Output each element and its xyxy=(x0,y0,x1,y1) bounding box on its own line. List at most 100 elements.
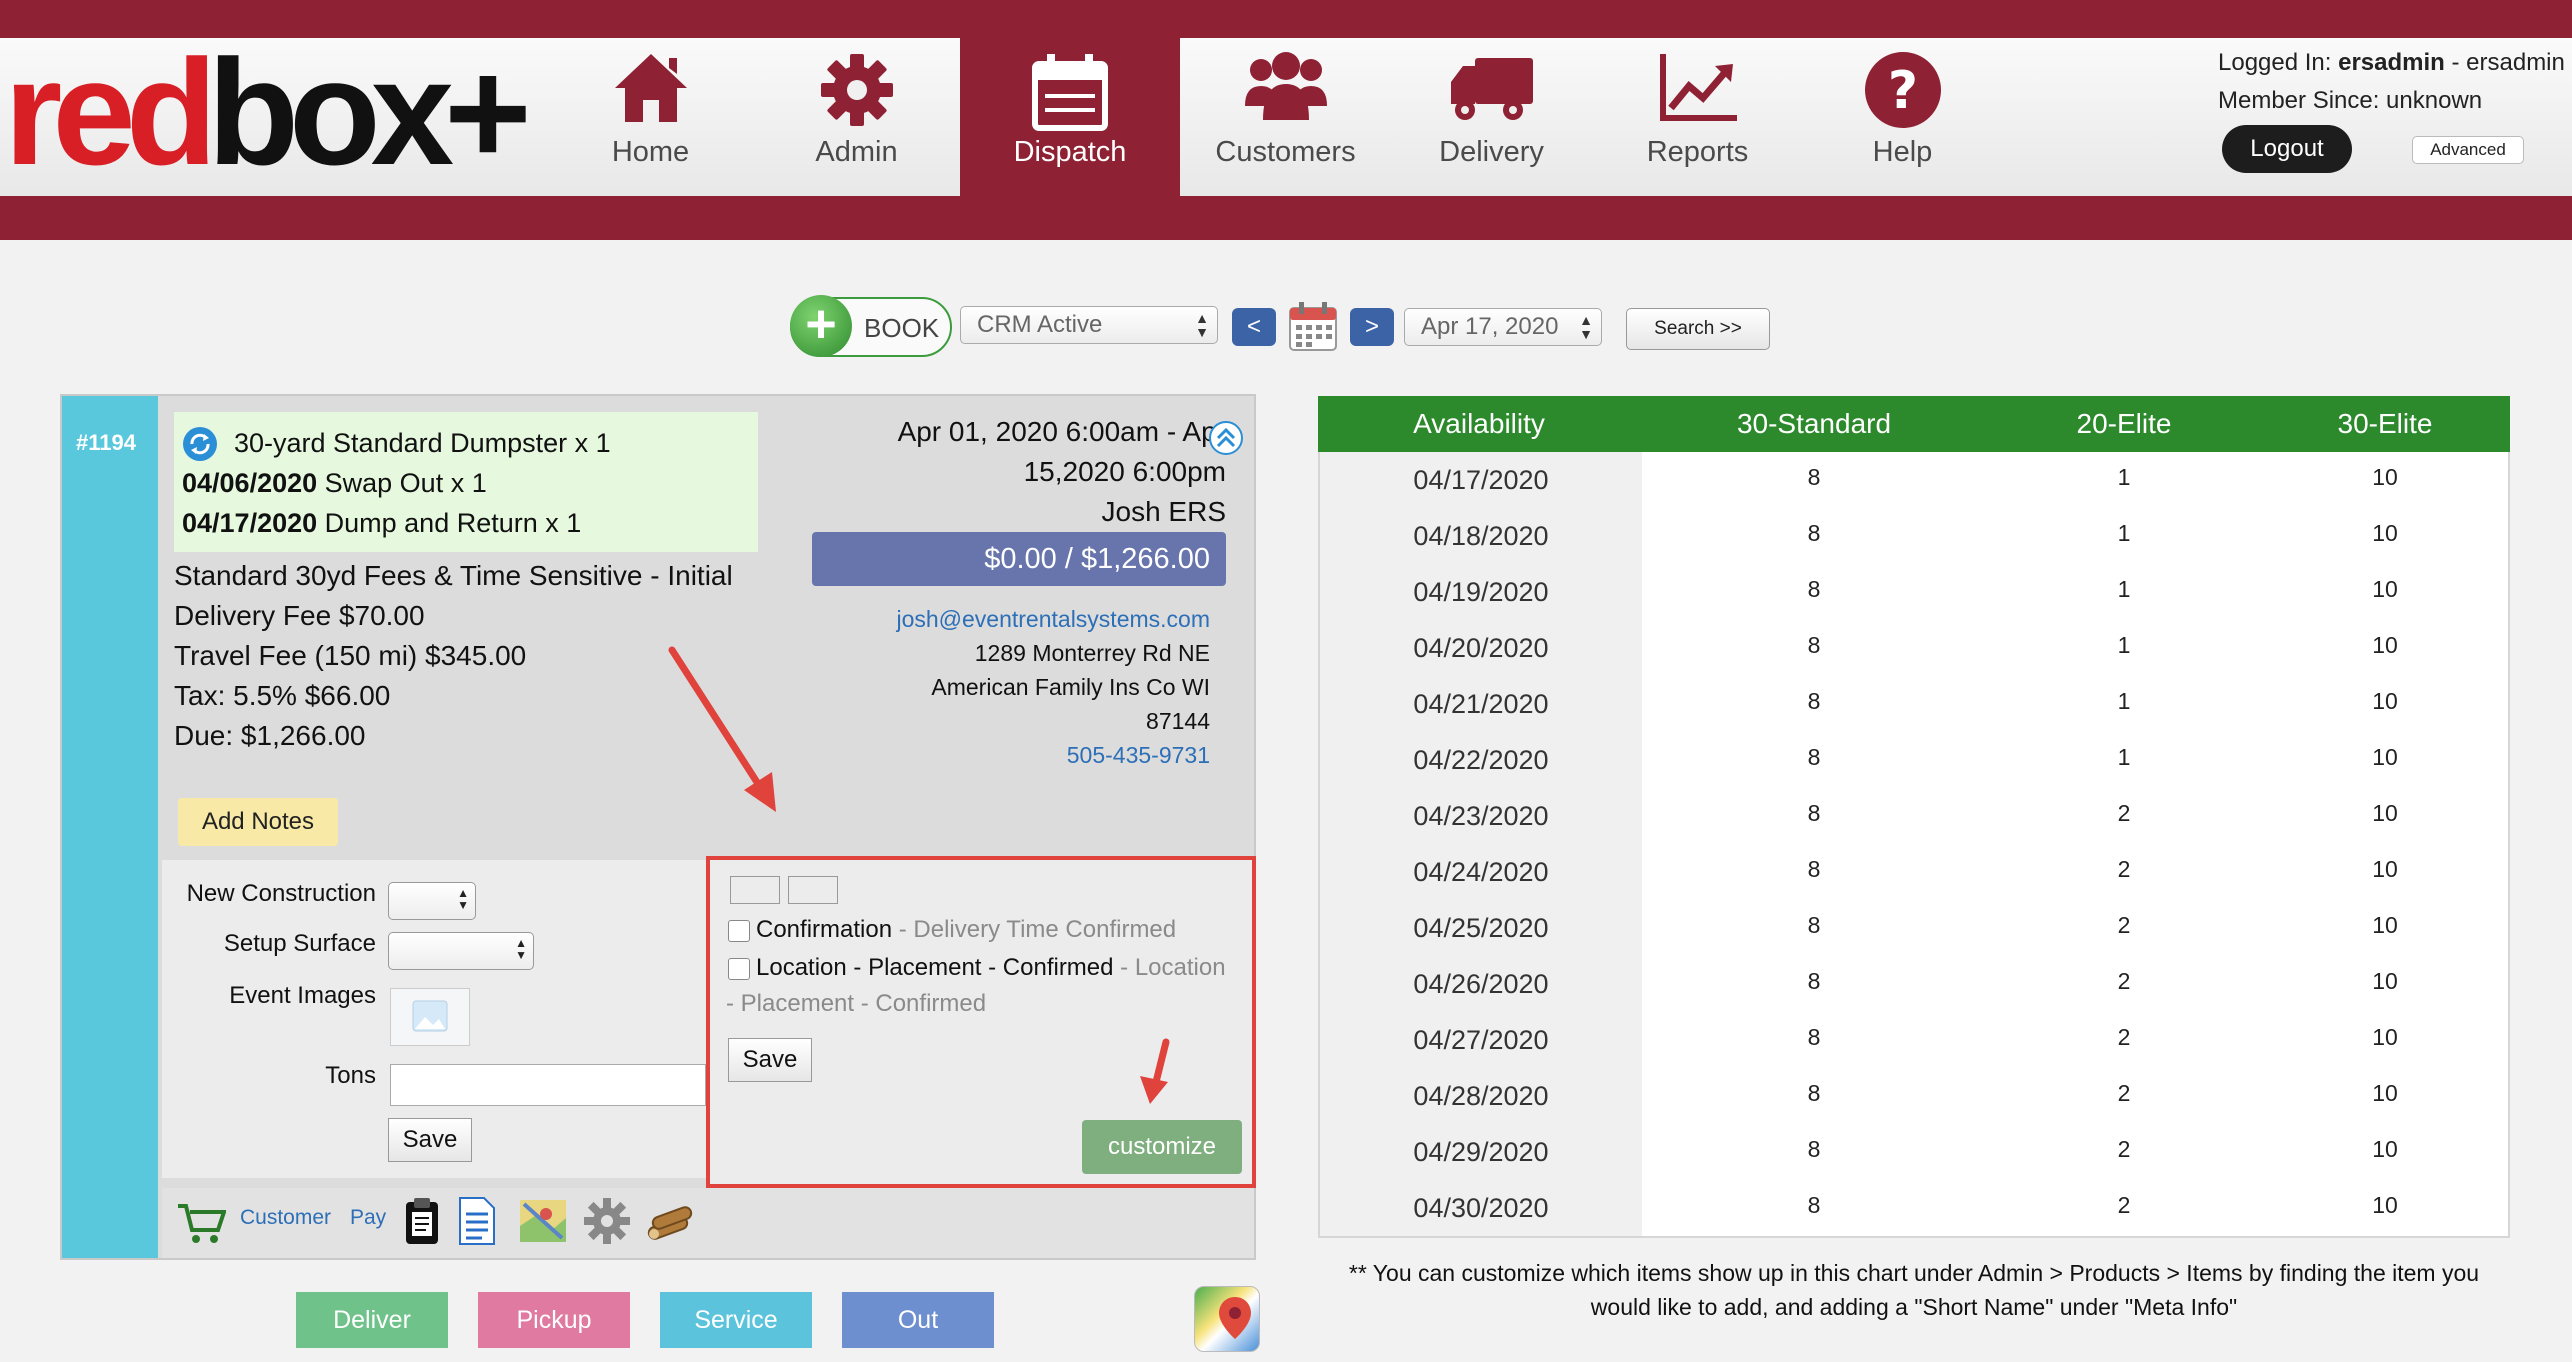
plus-icon: + xyxy=(790,295,852,357)
customer-link[interactable]: Customer xyxy=(240,1206,331,1230)
fields-save-button[interactable]: Save xyxy=(388,1118,472,1162)
count-cell: 1 xyxy=(2117,520,2131,546)
fee-line: Delivery Fee $70.00 xyxy=(174,600,425,631)
count-cell: 8 xyxy=(1807,1136,1821,1162)
search-button[interactable]: Search >> xyxy=(1626,308,1770,350)
google-maps-icon[interactable] xyxy=(1194,1286,1260,1352)
collapse-up-icon[interactable] xyxy=(1208,420,1244,456)
order-id[interactable]: #1194 xyxy=(76,430,136,456)
nav-help[interactable]: ? Help xyxy=(1800,38,2005,196)
custom-save-button[interactable]: Save xyxy=(728,1038,812,1082)
nav-admin[interactable]: Admin xyxy=(754,38,959,196)
service-button[interactable]: Service xyxy=(660,1292,812,1348)
location-checkbox[interactable] xyxy=(728,958,750,980)
date-cell: 04/23/2020 xyxy=(1320,788,1642,844)
order-item-main: 30-yard Standard Dumpster x 1 xyxy=(234,428,611,458)
customer-name: Josh ERS xyxy=(1101,496,1227,527)
date-select-value: Apr 17, 2020 xyxy=(1421,313,1559,340)
wood-logs-icon[interactable] xyxy=(644,1200,696,1244)
color-swatch[interactable] xyxy=(788,876,838,904)
count-cell: 8 xyxy=(1807,744,1821,770)
nav-reports[interactable]: Reports xyxy=(1595,38,1800,196)
event-image-upload[interactable] xyxy=(390,988,470,1046)
prev-date-button[interactable]: < xyxy=(1232,308,1276,346)
count-cell: 8 xyxy=(1807,800,1821,826)
nav-dispatch[interactable]: Dispatch xyxy=(960,22,1180,232)
setup-surface-select[interactable]: ▲ ▼ xyxy=(388,932,534,970)
help-icon: ? xyxy=(1864,52,1941,128)
truck-icon xyxy=(1450,58,1533,120)
image-placeholder-icon xyxy=(412,1000,448,1032)
date-select[interactable]: Apr 17, 2020 ▲ ▼ xyxy=(1404,308,1602,346)
customer-email-link[interactable]: josh@eventrentalsystems.com xyxy=(790,602,1210,636)
select-arrows-icon: ▲ ▼ xyxy=(457,886,469,912)
advanced-button[interactable]: Advanced xyxy=(2412,136,2524,164)
nav-delivery[interactable]: Delivery xyxy=(1389,38,1594,196)
table-row: 04/28/2020 8 2 10 xyxy=(1320,1068,2508,1124)
count-cell: 10 xyxy=(2372,1080,2398,1106)
count-cell: 10 xyxy=(2372,968,2398,994)
cart-icon[interactable] xyxy=(176,1200,226,1246)
availability-header: Availability 30-Standard 20-Elite 30-Eli… xyxy=(1318,396,2510,452)
pickup-button[interactable]: Pickup xyxy=(478,1292,630,1348)
pay-link[interactable]: Pay xyxy=(350,1206,386,1230)
date-cell: 04/19/2020 xyxy=(1320,564,1642,620)
order-schedule: Apr 01, 2020 6:00am - Apr 15,2020 6:00pm… xyxy=(790,412,1226,532)
tons-input[interactable] xyxy=(390,1064,706,1106)
map-icon[interactable] xyxy=(518,1196,568,1246)
next-date-button[interactable]: > xyxy=(1350,308,1394,346)
date-select-arrows-icon: ▲ ▼ xyxy=(1579,312,1593,342)
add-notes-button[interactable]: Add Notes xyxy=(178,798,338,846)
table-row: 04/17/2020 8 1 10 xyxy=(1320,452,2508,508)
user-info: Logged In: ersadmin - ersadmin Member Si… xyxy=(2218,44,2565,120)
event-1-date: 04/06/2020 xyxy=(182,468,318,498)
document-icon[interactable] xyxy=(456,1196,498,1246)
count-cell: 2 xyxy=(2117,1080,2131,1106)
deliver-button[interactable]: Deliver xyxy=(296,1292,448,1348)
count-cell: 2 xyxy=(2117,1136,2131,1162)
count-cell: 8 xyxy=(1807,1080,1821,1106)
book-button[interactable]: + BOOK xyxy=(790,295,952,357)
chart-icon xyxy=(1659,54,1737,121)
count-cell: 10 xyxy=(2372,800,2398,826)
count-cell: 10 xyxy=(2372,1136,2398,1162)
balance-bar[interactable]: $0.00 / $1,266.00 xyxy=(812,532,1226,586)
new-construction-label: New Construction xyxy=(186,880,376,907)
username: ersadmin xyxy=(2338,49,2445,76)
fee-line: Travel Fee (150 mi) $345.00 xyxy=(174,640,527,671)
crm-filter-value: CRM Active xyxy=(977,311,1103,338)
nav-customers[interactable]: Customers xyxy=(1183,38,1388,196)
clipboard-icon[interactable] xyxy=(402,1196,442,1246)
location-sub-line-2: - Placement - Confirmed xyxy=(726,986,986,1022)
redbox-logo[interactable]: redbox+ xyxy=(4,37,544,187)
new-construction-select[interactable]: ▲ ▼ xyxy=(388,882,476,920)
table-row: 04/24/2020 8 2 10 xyxy=(1320,844,2508,900)
confirmation-text: Confirmation - Delivery Time Confirmed xyxy=(756,912,1176,948)
recurring-icon xyxy=(183,427,217,461)
table-row: 04/27/2020 8 2 10 xyxy=(1320,1012,2508,1068)
schedule-line-2: 15,2020 6:00pm xyxy=(1023,456,1226,487)
date-cell: 04/18/2020 xyxy=(1320,508,1642,564)
color-swatch[interactable] xyxy=(730,876,780,904)
out-button[interactable]: Out xyxy=(842,1292,994,1348)
date-cell: 04/27/2020 xyxy=(1320,1012,1642,1068)
select-arrows-icon: ▲ ▼ xyxy=(1195,310,1209,340)
customize-button[interactable]: customize xyxy=(1082,1120,1242,1174)
logout-button[interactable]: Logout xyxy=(2222,125,2352,173)
col-header-30-standard: 30-Standard xyxy=(1736,408,1892,439)
setup-surface-label: Setup Surface xyxy=(223,930,376,957)
customer-phone-link[interactable]: 505-435-9731 xyxy=(790,738,1210,772)
crm-filter-select[interactable]: CRM Active ▲ ▼ xyxy=(960,306,1218,344)
book-label: BOOK xyxy=(864,313,940,343)
nav-home[interactable]: Home xyxy=(548,38,753,196)
settings-gear-icon[interactable] xyxy=(582,1196,632,1246)
confirmation-checkbox[interactable] xyxy=(728,920,750,942)
availability-note: ** You can customize which items show up… xyxy=(1318,1256,2510,1324)
col-header-20-elite: 20-Elite xyxy=(2076,408,2172,439)
calendar-picker-icon[interactable] xyxy=(1288,300,1338,352)
nav-help-label: Help xyxy=(1872,136,1933,168)
count-cell: 8 xyxy=(1807,632,1821,658)
customer-zip: 87144 xyxy=(1146,708,1210,734)
location-sub-2: - Placement - Confirmed xyxy=(726,990,987,1017)
table-row: 04/30/2020 8 2 10 xyxy=(1320,1180,2508,1236)
